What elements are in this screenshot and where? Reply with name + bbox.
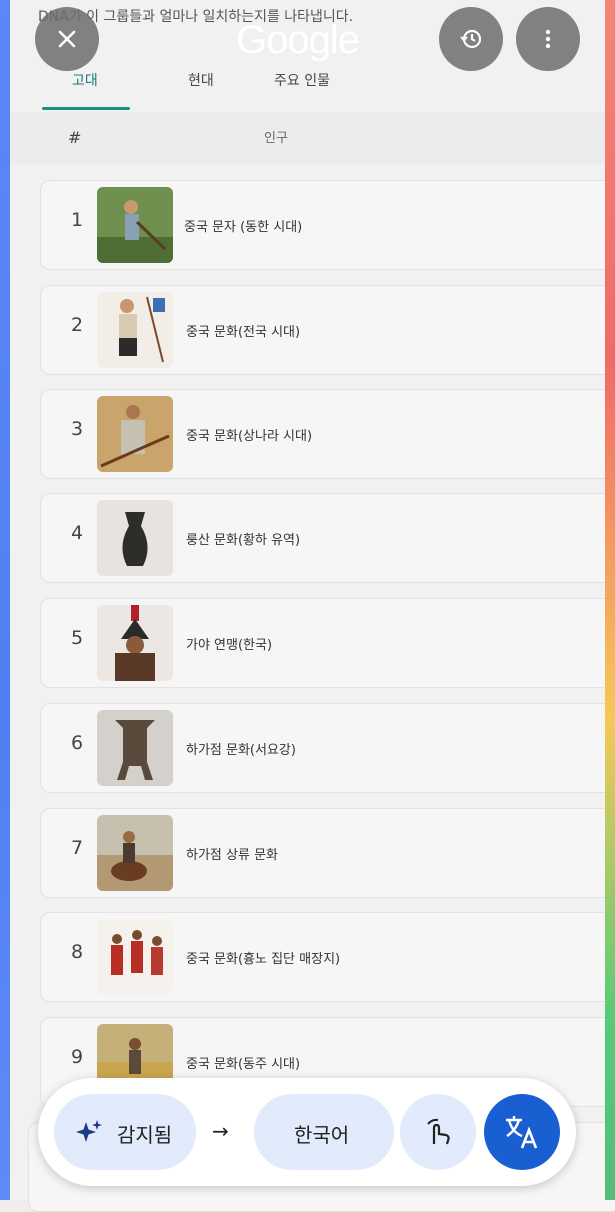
- google-logo: Google: [236, 18, 360, 62]
- column-rank-header: #: [68, 128, 82, 147]
- table-row[interactable]: 2 중국 문화(전국 시대): [40, 285, 615, 375]
- more-vert-icon: [545, 29, 551, 49]
- detected-language-button[interactable]: 감지됨: [54, 1094, 196, 1170]
- translate-bar: 감지됨 → 한국어: [38, 1078, 576, 1186]
- row-label: 중국 문화(전국 시대): [186, 325, 301, 340]
- farmer-image: [97, 187, 173, 263]
- row-label: 하가점 문화(서요강): [186, 743, 296, 758]
- translate-icon: [506, 1116, 538, 1149]
- table-row[interactable]: 5 가야 연맹(한국): [40, 598, 615, 688]
- row-label: 룽산 문화(황하 유역): [186, 533, 301, 548]
- row-rank: 2: [70, 314, 84, 336]
- glow-edge-left: [0, 0, 10, 1200]
- soldiers-image: [97, 919, 173, 995]
- row-label: 가야 연맹(한국): [186, 638, 273, 653]
- spear-man-image: [97, 396, 173, 472]
- table-row[interactable]: 8 중국 문화(흉노 집단 매장지): [40, 912, 615, 1002]
- detected-language-label: 감지됨: [117, 1123, 173, 1147]
- close-icon: [58, 30, 76, 48]
- row-rank: 8: [70, 941, 84, 963]
- row-rank: 5: [70, 627, 84, 649]
- more-options-button[interactable]: [516, 7, 580, 71]
- translate-button[interactable]: [484, 1094, 560, 1170]
- row-label: 중국 문화(상나라 시대): [186, 429, 313, 444]
- results-page: DNA가 이 그룹들과 얼마나 일치하는지를 나타냅니다. 고대 현대 주요 인…: [0, 0, 615, 1212]
- table-header: # 인구: [0, 112, 615, 164]
- row-rank: 4: [70, 522, 84, 544]
- glow-edge-right: [605, 0, 615, 1200]
- target-language-label: 한국어: [294, 1123, 350, 1147]
- lens-top-bar: Google: [0, 0, 615, 80]
- row-rank: 6: [70, 732, 84, 754]
- active-tab-indicator: [42, 107, 130, 110]
- arrow-right-icon: →: [212, 1119, 229, 1143]
- warrior-image: [97, 292, 173, 368]
- row-label: 중국 문화(동주 시대): [186, 1057, 301, 1072]
- row-rank: 9: [70, 1046, 84, 1068]
- tap-gesture-icon: [427, 1118, 450, 1145]
- black-vase-image: [97, 500, 173, 576]
- table-row[interactable]: 3 중국 문화(상나라 시대): [40, 389, 615, 479]
- row-rank: 7: [70, 837, 84, 859]
- row-label: 중국 문화(흉노 집단 매장지): [186, 952, 341, 967]
- table-row[interactable]: 7 하가점 상류 문화: [40, 808, 615, 898]
- helmet-warrior-image: [97, 605, 173, 681]
- column-population-header: 인구: [264, 131, 288, 146]
- sparkle-icon: [76, 1120, 102, 1142]
- table-row[interactable]: 1 중국 문자 (동한 시대): [40, 180, 615, 270]
- history-icon: [460, 29, 482, 49]
- history-button[interactable]: [439, 7, 503, 71]
- tap-select-button[interactable]: [400, 1094, 476, 1170]
- row-label: 중국 문자 (동한 시대): [184, 220, 303, 235]
- close-button[interactable]: [35, 7, 99, 71]
- row-label: 하가점 상류 문화: [186, 848, 278, 863]
- horse-rider-image: [97, 815, 173, 891]
- table-row[interactable]: 4 룽산 문화(황하 유역): [40, 493, 615, 583]
- row-rank: 1: [70, 209, 84, 231]
- bronze-vessel-image: [97, 710, 173, 786]
- table-row[interactable]: 6 하가점 문화(서요강): [40, 703, 615, 793]
- target-language-button[interactable]: 한국어: [254, 1094, 394, 1170]
- row-rank: 3: [70, 418, 84, 440]
